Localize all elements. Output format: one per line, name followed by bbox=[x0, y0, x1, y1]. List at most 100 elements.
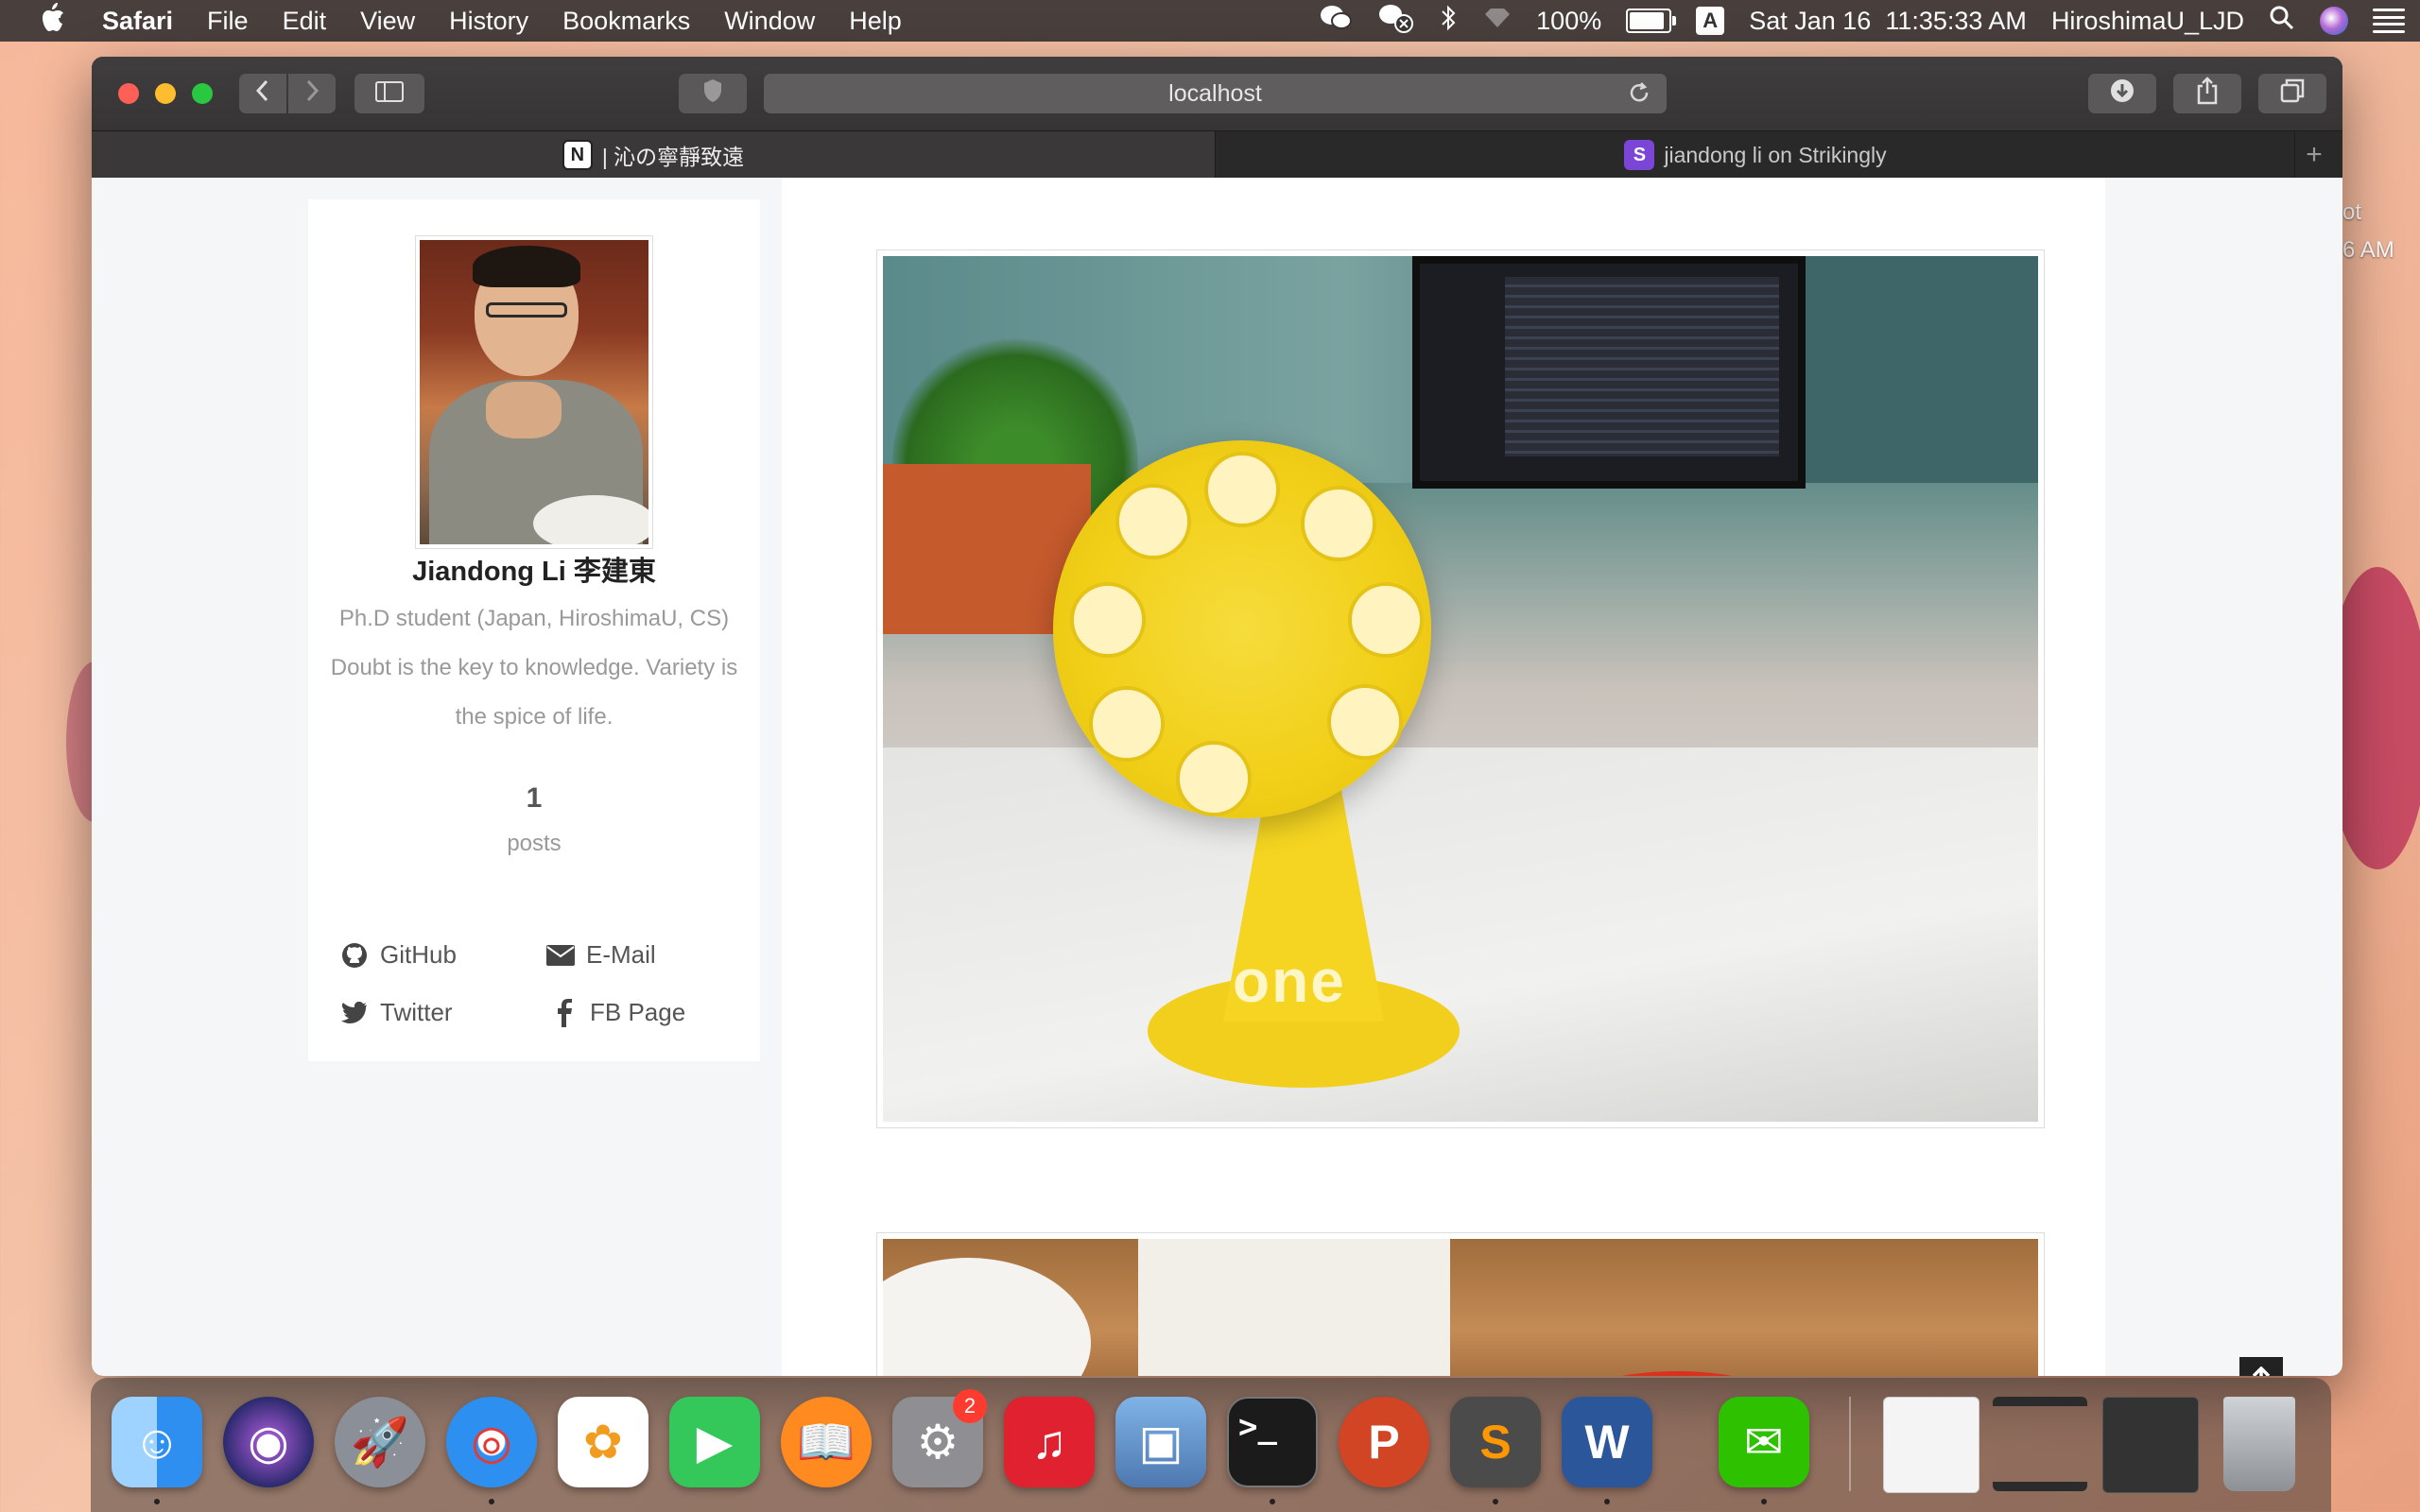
safari-window: localhost N | 沁の寧靜致遠 S jiandong li on St… bbox=[92, 57, 2342, 1376]
menu-app-name[interactable]: Safari bbox=[102, 7, 173, 36]
download-icon bbox=[2109, 77, 2135, 111]
post-image-frame[interactable]: one bbox=[876, 249, 2045, 1128]
desktop-partial-text-1: ot bbox=[2342, 199, 2362, 225]
battery-fill bbox=[1630, 12, 1665, 29]
dock-separator bbox=[1849, 1397, 1851, 1491]
tab-strikingly[interactable]: S jiandong li on Strikingly bbox=[1217, 131, 2294, 179]
sidebar-toggle-button[interactable] bbox=[354, 74, 424, 113]
forward-button[interactable] bbox=[288, 74, 336, 113]
music-note-icon: ♫ bbox=[1031, 1416, 1067, 1469]
minimize-window-button[interactable] bbox=[155, 83, 176, 104]
privacy-report-button[interactable] bbox=[679, 74, 747, 113]
desktop-partial-text: ot 6 AM bbox=[2342, 194, 2394, 269]
dock-recent-document-3[interactable] bbox=[2102, 1397, 2199, 1493]
posts-label[interactable]: posts bbox=[308, 831, 760, 857]
spotlight-search-icon[interactable] bbox=[2269, 5, 2295, 38]
profile-name: Jiandong Li 李建東 bbox=[412, 557, 656, 587]
zoom-window-button[interactable] bbox=[192, 83, 213, 104]
dock-siri[interactable]: ◉ bbox=[223, 1397, 314, 1487]
sublime-icon: S bbox=[1479, 1416, 1512, 1469]
notification-center-icon[interactable] bbox=[2373, 9, 2405, 33]
dock-launchpad[interactable]: 🚀 bbox=[335, 1397, 425, 1487]
terminal-prompt-icon: >_ bbox=[1238, 1408, 1277, 1446]
tab-title: jiandong li on Strikingly bbox=[1664, 142, 1887, 167]
running-indicator bbox=[1761, 1499, 1767, 1504]
menu-bar-user[interactable]: HiroshimaU_LJD bbox=[2051, 7, 2244, 36]
share-button[interactable] bbox=[2173, 74, 2241, 113]
close-window-button[interactable] bbox=[118, 83, 139, 104]
avatar bbox=[420, 240, 648, 544]
dock-safari[interactable]: ◎ bbox=[446, 1397, 537, 1487]
dock-netease-music[interactable]: ♫ bbox=[1004, 1397, 1095, 1487]
wechat-bubbles-icon: ✉ bbox=[1744, 1416, 1784, 1469]
siri-dock-icon: ◉ bbox=[248, 1416, 289, 1469]
reload-icon[interactable] bbox=[1627, 79, 1651, 112]
menu-view[interactable]: View bbox=[360, 7, 415, 36]
battery-icon[interactable] bbox=[1626, 9, 1677, 33]
menu-help[interactable]: Help bbox=[849, 7, 902, 36]
menu-bar-clock[interactable]: Sat Jan 16 11:35:33 AM bbox=[1749, 7, 2027, 36]
finder-icon: ☺ bbox=[132, 1416, 182, 1469]
dock-wechat[interactable]: ✉ bbox=[1719, 1397, 1809, 1487]
compass-icon: ◎ bbox=[471, 1416, 512, 1469]
address-bar[interactable]: localhost bbox=[764, 74, 1667, 113]
new-tab-button[interactable]: + bbox=[2294, 131, 2333, 179]
tab-jingshu-blog[interactable]: N | 沁の寧靜致遠 bbox=[92, 131, 1216, 179]
post-image-table bbox=[883, 1239, 2038, 1376]
facebook-icon bbox=[550, 998, 579, 1027]
preview-photo-icon: ▣ bbox=[1138, 1416, 1184, 1469]
tab-bar: N | 沁の寧靜致遠 S jiandong li on Strikingly + bbox=[92, 130, 2342, 179]
email-label: E-Mail bbox=[586, 940, 656, 969]
profile-card: Jiandong Li 李建東 Ph.D student (Japan, Hir… bbox=[308, 199, 760, 1061]
dock-finder[interactable]: ☺ bbox=[112, 1397, 202, 1487]
photos-flower-icon: ✿ bbox=[583, 1416, 623, 1469]
dock-books[interactable]: 📖 bbox=[781, 1397, 872, 1487]
dock-preview[interactable]: ▣ bbox=[1115, 1397, 1206, 1487]
facebook-page-link[interactable]: FB Page bbox=[550, 998, 685, 1027]
bluetooth-icon[interactable] bbox=[1440, 4, 1459, 39]
menu-window[interactable]: Window bbox=[724, 7, 815, 36]
siri-icon[interactable] bbox=[2320, 7, 2348, 35]
posts-count[interactable]: 1 bbox=[308, 782, 760, 815]
battery-percent: 100% bbox=[1536, 6, 1602, 35]
wechat-muted-status-icon[interactable] bbox=[1377, 3, 1415, 40]
menu-edit[interactable]: Edit bbox=[283, 7, 327, 36]
post-image-ferris-wheel: one bbox=[883, 256, 2038, 1122]
rocket-icon: 🚀 bbox=[350, 1415, 410, 1469]
back-button[interactable] bbox=[239, 74, 286, 113]
vpn-diamond-icon[interactable] bbox=[1483, 6, 1512, 36]
dock: ☺ ◉ 🚀 ◎ ✿ ▶ 📖 ⚙ 2 ♫ ▣ >_ P S W ✉ bbox=[91, 1378, 2331, 1512]
downloads-button[interactable] bbox=[2088, 74, 2156, 113]
video-camera-icon: ▶ bbox=[696, 1416, 734, 1469]
envelope-icon bbox=[546, 941, 575, 970]
dock-word[interactable]: W bbox=[1562, 1397, 1652, 1487]
github-icon bbox=[340, 941, 369, 970]
web-page: Jiandong Li 李建東 Ph.D student (Japan, Hir… bbox=[92, 178, 2342, 1376]
back-to-top-button[interactable] bbox=[2239, 1357, 2283, 1376]
dock-recent-document-2[interactable] bbox=[1993, 1397, 2087, 1491]
menu-bookmarks[interactable]: Bookmarks bbox=[562, 7, 690, 36]
menu-file[interactable]: File bbox=[207, 7, 249, 36]
apple-menu-icon[interactable] bbox=[38, 1, 76, 41]
dock-photos[interactable]: ✿ bbox=[558, 1397, 648, 1487]
dock-sublime-text[interactable]: S bbox=[1450, 1397, 1541, 1487]
github-link[interactable]: GitHub bbox=[340, 940, 457, 970]
post-image-frame-2[interactable] bbox=[876, 1232, 2045, 1376]
dock-trash[interactable] bbox=[2223, 1397, 2295, 1491]
twitter-link[interactable]: Twitter bbox=[340, 998, 453, 1027]
arrow-up-icon bbox=[2252, 1365, 2271, 1376]
notion-favicon-icon: N bbox=[562, 140, 593, 170]
running-indicator bbox=[1270, 1499, 1275, 1504]
dock-powerpoint[interactable]: P bbox=[1339, 1397, 1429, 1487]
twitter-label: Twitter bbox=[380, 998, 453, 1026]
menu-history[interactable]: History bbox=[449, 7, 528, 36]
share-icon bbox=[2196, 76, 2219, 112]
input-source-icon[interactable]: A bbox=[1696, 7, 1725, 35]
dock-terminal[interactable]: >_ bbox=[1227, 1397, 1318, 1487]
wechat-status-icon[interactable] bbox=[1319, 4, 1353, 39]
dock-recent-document-1[interactable] bbox=[1883, 1397, 1979, 1493]
show-tabs-button[interactable] bbox=[2258, 74, 2326, 113]
dock-facetime[interactable]: ▶ bbox=[669, 1397, 760, 1487]
email-link[interactable]: E-Mail bbox=[546, 940, 656, 970]
menu-bar-status-area: 100% A Sat Jan 16 11:35:33 AM HiroshimaU… bbox=[1319, 0, 2405, 42]
